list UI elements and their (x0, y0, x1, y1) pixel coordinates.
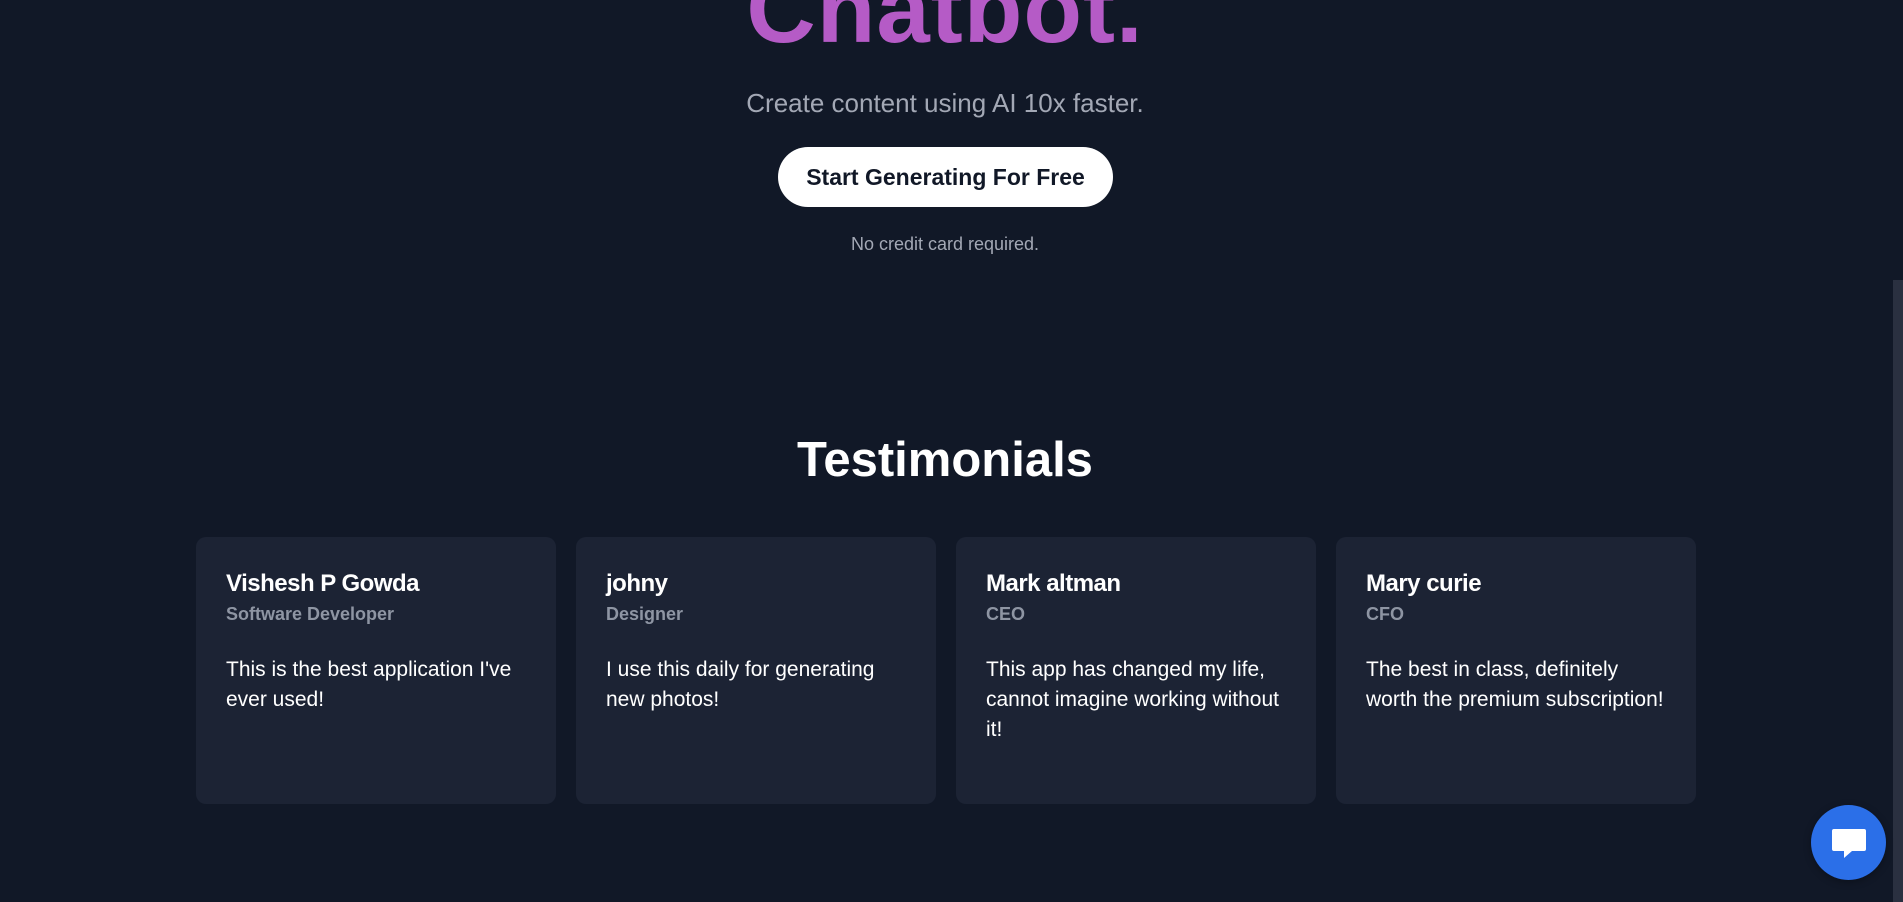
testimonial-name: Vishesh P Gowda (226, 570, 420, 597)
testimonial-role: Software Developer (226, 604, 395, 624)
testimonial-card: johny Designer I use this daily for gene… (576, 537, 936, 804)
testimonial-quote: The best in class, definitely worth the … (1366, 658, 1664, 711)
testimonial-role: Designer (606, 604, 684, 624)
chat-bubble-icon (1830, 825, 1868, 861)
testimonials-title: Testimonials (797, 433, 1093, 487)
testimonial-name: Mark altman (986, 570, 1121, 597)
start-generating-button[interactable]: Start Generating For Free (778, 147, 1113, 207)
testimonial-card: Mark altman CEO This app has changed my … (956, 537, 1316, 804)
testimonial-card: Vishesh P Gowda Software Developer This … (196, 537, 556, 804)
testimonial-card: Mary curie CFO The best in class, defini… (1336, 537, 1696, 804)
testimonial-name: Mary curie (1366, 570, 1482, 597)
hero-subtitle: Create content using AI 10x faster. (746, 88, 1144, 118)
chat-widget-button[interactable] (1811, 805, 1886, 880)
scrollbar-thumb[interactable] (1893, 280, 1903, 902)
hero-title: Chatbot. (746, 0, 1144, 63)
testimonials-list: Vishesh P Gowda Software Developer This … (196, 537, 1696, 804)
testimonial-quote: I use this daily for generating new phot… (606, 658, 875, 711)
landing-page: Chatbot. Create content using AI 10x fas… (0, 0, 1903, 902)
cta-note: No credit card required. (850, 234, 1040, 254)
testimonial-role: CEO (986, 604, 1026, 624)
testimonial-name: johny (606, 570, 668, 597)
testimonial-role: CFO (1366, 604, 1404, 624)
testimonial-quote: This app has changed my life, cannot ima… (986, 658, 1279, 741)
page-scrollbar[interactable] (1893, 0, 1903, 902)
testimonial-quote: This is the best application I've ever u… (226, 658, 512, 711)
